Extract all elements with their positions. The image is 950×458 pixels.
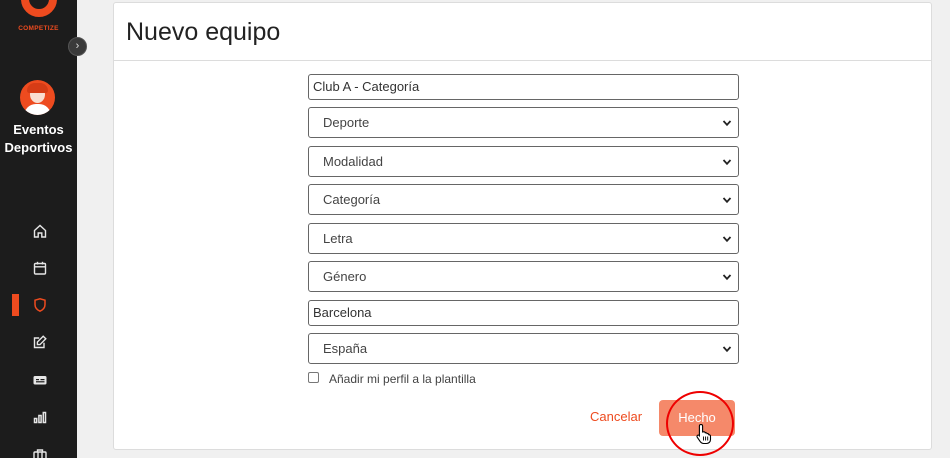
sidebar-item-stats[interactable] [0, 402, 77, 432]
sidebar-item-calendar[interactable] [0, 253, 77, 283]
card-header: Nuevo equipo [114, 3, 931, 61]
category-select[interactable]: Categoría [308, 184, 739, 215]
ticket-icon [33, 376, 47, 385]
add-profile-label[interactable]: Añadir mi perfil a la plantilla [329, 372, 476, 386]
stats-icon [33, 411, 47, 424]
avatar-body [24, 104, 51, 115]
modality-select-value: Modalidad [323, 154, 383, 169]
logo-mark [21, 0, 57, 17]
logo-text: COMPETIZE [18, 25, 59, 32]
chevron-down-icon [722, 346, 732, 353]
organization-name[interactable]: Eventos Deportivos [0, 121, 77, 157]
chevron-down-icon [722, 197, 732, 204]
home-icon [33, 224, 47, 238]
country-select[interactable]: España [308, 333, 739, 364]
team-name-input[interactable]: Club A - Categoría [308, 74, 739, 100]
briefcase-icon [33, 449, 47, 458]
sidebar-item-home[interactable] [0, 216, 77, 246]
sidebar-item-briefcase[interactable] [0, 440, 77, 458]
page-title: Nuevo equipo [126, 18, 281, 46]
hand-pointer-cursor-icon [696, 423, 712, 445]
sidebar: COMPETIZE › Eventos Deportivos [0, 0, 87, 458]
sidebar-item-edit[interactable] [0, 327, 77, 357]
chevron-down-icon [722, 159, 732, 166]
chevron-down-icon [722, 120, 732, 127]
country-select-value: España [323, 341, 368, 356]
gender-select[interactable]: Género [308, 261, 739, 292]
letter-select[interactable]: Letra [308, 223, 739, 254]
sport-select-value: Deporte [323, 115, 370, 130]
sidebar-item-teams[interactable] [0, 290, 77, 320]
cancel-button[interactable]: Cancelar [590, 409, 642, 424]
edit-icon [33, 335, 47, 349]
gender-select-value: Género [323, 269, 367, 284]
chevron-down-icon [722, 274, 732, 281]
calendar-icon [33, 261, 47, 275]
chevron-down-icon [722, 236, 732, 243]
add-profile-checkbox[interactable] [308, 372, 319, 383]
avatar[interactable] [20, 80, 55, 115]
sidebar-toggle-button[interactable]: › [68, 37, 87, 56]
shield-icon [34, 298, 46, 313]
city-input[interactable]: Barcelona [308, 300, 739, 326]
sidebar-item-tickets[interactable] [0, 365, 77, 395]
letter-select-value: Letra [323, 231, 353, 246]
modality-select[interactable]: Modalidad [308, 146, 739, 177]
new-team-card: Nuevo equipo Club A - Categoría Deporte … [113, 2, 932, 456]
competize-logo[interactable]: COMPETIZE [0, 0, 77, 40]
avatar-hair [27, 83, 48, 93]
sport-select[interactable]: Deporte [308, 107, 739, 138]
category-select-value: Categoría [323, 192, 381, 207]
